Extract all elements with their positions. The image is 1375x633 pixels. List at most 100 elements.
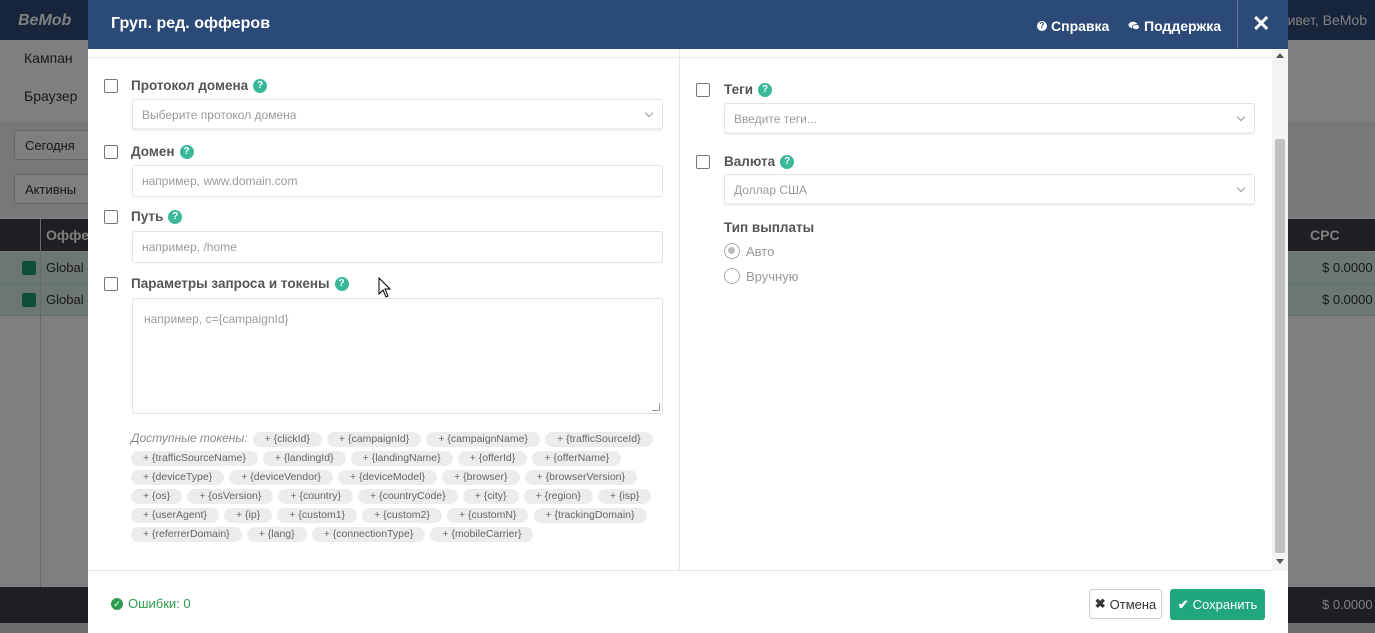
path-label-text: Путь bbox=[131, 209, 164, 224]
payout-type-label: Тип выплаты bbox=[724, 220, 815, 235]
token-chip[interactable]: + {connectionType} bbox=[311, 527, 426, 542]
token-chip[interactable]: + {deviceModel} bbox=[338, 470, 438, 485]
body-top-divider bbox=[88, 57, 1272, 58]
mouse-cursor-icon bbox=[378, 277, 392, 298]
scrollbar-thumb[interactable] bbox=[1275, 139, 1285, 553]
token-chip[interactable]: + {trackingDomain} bbox=[533, 508, 647, 523]
question-circle-icon[interactable]: ? bbox=[179, 144, 194, 159]
header-separator bbox=[1237, 0, 1238, 49]
token-chip[interactable]: + {osVersion} bbox=[187, 489, 274, 504]
help-link[interactable]: ? Справка bbox=[1037, 18, 1109, 34]
token-chip[interactable]: + {lang} bbox=[246, 527, 307, 542]
modal-body: Протокол домена ? Выберите протокол доме… bbox=[88, 49, 1288, 571]
params-textarea[interactable]: например, c={campaignId} bbox=[132, 298, 663, 414]
token-chip[interactable]: + {browser} bbox=[442, 470, 520, 485]
domain-placeholder: например, www.domain.com bbox=[142, 174, 298, 188]
token-chip[interactable]: + {customN} bbox=[446, 508, 529, 523]
token-chip[interactable]: + {clickId} bbox=[252, 432, 322, 447]
token-chip[interactable]: + {campaignName} bbox=[426, 432, 540, 447]
currency-value: Доллар США bbox=[734, 183, 808, 197]
column-divider bbox=[679, 49, 680, 571]
path-checkbox[interactable] bbox=[104, 210, 118, 224]
tags-placeholder: Введите теги... bbox=[734, 112, 817, 126]
chevron-down-icon bbox=[1236, 112, 1246, 122]
comments-icon bbox=[1128, 21, 1140, 30]
token-chip[interactable]: + {os} bbox=[131, 489, 183, 504]
domain-checkbox[interactable] bbox=[104, 145, 118, 159]
token-chip[interactable]: + {custom1} bbox=[277, 508, 358, 523]
token-chip[interactable]: + {city} bbox=[462, 489, 519, 504]
question-circle-icon[interactable]: ? bbox=[253, 78, 268, 93]
token-chip[interactable]: + {referrerDomain} bbox=[131, 527, 242, 542]
token-chip[interactable]: + {offerId} bbox=[457, 451, 528, 466]
token-chip[interactable]: + {deviceType} bbox=[131, 470, 225, 485]
errors-status: ✓ Ошибки: 0 bbox=[111, 596, 191, 611]
close-icon[interactable]: ✕ bbox=[1252, 11, 1270, 37]
token-chip[interactable]: + {offerName} bbox=[532, 451, 622, 466]
modal-footer: ✓ Ошибки: 0 ✖ Отмена ✔ Сохранить bbox=[88, 571, 1288, 633]
tags-label: Теги ? bbox=[724, 82, 773, 97]
token-chip[interactable]: + {trafficSourceName} bbox=[131, 451, 258, 466]
currency-checkbox[interactable] bbox=[696, 155, 710, 169]
chevron-down-icon bbox=[644, 108, 654, 118]
domain-label: Домен ? bbox=[131, 144, 194, 159]
scroll-up-icon[interactable] bbox=[1276, 53, 1284, 58]
token-chip[interactable]: + {trafficSourceId} bbox=[545, 432, 653, 447]
available-tokens: Доступные токены: + {clickId} + {campaig… bbox=[131, 429, 666, 544]
currency-label-text: Валюта bbox=[724, 154, 776, 169]
token-chip[interactable]: + {ip} bbox=[224, 508, 273, 523]
chevron-down-icon bbox=[1236, 183, 1246, 193]
currency-label: Валюта ? bbox=[724, 154, 795, 169]
params-placeholder: например, c={campaignId} bbox=[144, 312, 289, 326]
token-chip[interactable]: + {isp} bbox=[597, 489, 652, 504]
question-circle-icon[interactable]: ? bbox=[334, 276, 349, 291]
path-input[interactable]: например, /home bbox=[132, 231, 663, 263]
question-circle-icon[interactable]: ? bbox=[780, 154, 795, 169]
check-icon: ✔ bbox=[1177, 596, 1189, 612]
token-chip[interactable]: + {userAgent} bbox=[131, 508, 219, 523]
support-link[interactable]: Поддержка bbox=[1128, 18, 1221, 34]
tokens-label: Доступные токены: bbox=[131, 431, 248, 445]
modal-title: Груп. ред. офферов bbox=[111, 15, 271, 32]
token-chip[interactable]: + {campaignId} bbox=[326, 432, 422, 447]
currency-select[interactable]: Доллар США bbox=[724, 174, 1255, 206]
save-button[interactable]: ✔ Сохранить bbox=[1170, 589, 1265, 620]
tags-select[interactable]: Введите теги... bbox=[724, 103, 1255, 135]
token-chip[interactable]: + {country} bbox=[278, 489, 353, 504]
protocol-checkbox[interactable] bbox=[104, 79, 118, 93]
tags-checkbox[interactable] bbox=[696, 83, 710, 97]
modal-scrollbar[interactable] bbox=[1272, 49, 1288, 571]
path-placeholder: например, /home bbox=[142, 240, 237, 254]
question-circle-icon[interactable]: ? bbox=[168, 209, 183, 224]
path-label: Путь ? bbox=[131, 209, 183, 224]
bulk-edit-modal: Груп. ред. офферов ? Справка Поддержка ✕… bbox=[88, 0, 1288, 633]
protocol-label-text: Протокол домена bbox=[131, 78, 249, 93]
token-chip[interactable]: + {countryCode} bbox=[358, 489, 458, 504]
help-label: Справка bbox=[1051, 18, 1110, 34]
save-label: Сохранить bbox=[1192, 597, 1258, 612]
params-label-text: Параметры запроса и токены bbox=[131, 276, 330, 291]
token-chip[interactable]: + {landingId} bbox=[262, 451, 346, 466]
protocol-select[interactable]: Выберите протокол домена bbox=[132, 99, 663, 131]
payout-manual-radio[interactable] bbox=[724, 268, 740, 284]
protocol-label: Протокол домена ? bbox=[131, 78, 268, 93]
support-label: Поддержка bbox=[1144, 18, 1222, 34]
token-chip[interactable]: + {browserVersion} bbox=[524, 470, 638, 485]
payout-auto-radio[interactable] bbox=[724, 243, 740, 259]
question-circle-icon[interactable]: ? bbox=[758, 82, 773, 97]
domain-input[interactable]: например, www.domain.com bbox=[132, 165, 663, 197]
errors-text: Ошибки: 0 bbox=[128, 596, 191, 611]
tags-label-text: Теги bbox=[724, 82, 754, 97]
cancel-button[interactable]: ✖ Отмена bbox=[1089, 589, 1162, 619]
token-chip[interactable]: + {mobileCarrier} bbox=[430, 527, 534, 542]
params-label: Параметры запроса и токены ? bbox=[131, 276, 349, 291]
resize-handle[interactable] bbox=[652, 403, 660, 411]
question-circle-icon: ? bbox=[1037, 21, 1047, 31]
token-chip[interactable]: + {region} bbox=[523, 489, 593, 504]
token-chip[interactable]: + {custom2} bbox=[362, 508, 442, 523]
token-chip[interactable]: + {deviceVendor} bbox=[229, 470, 333, 485]
token-chip[interactable]: + {landingName} bbox=[350, 451, 453, 466]
params-checkbox[interactable] bbox=[104, 277, 118, 291]
scroll-down-icon[interactable] bbox=[1276, 559, 1284, 564]
domain-label-text: Домен bbox=[131, 144, 175, 159]
